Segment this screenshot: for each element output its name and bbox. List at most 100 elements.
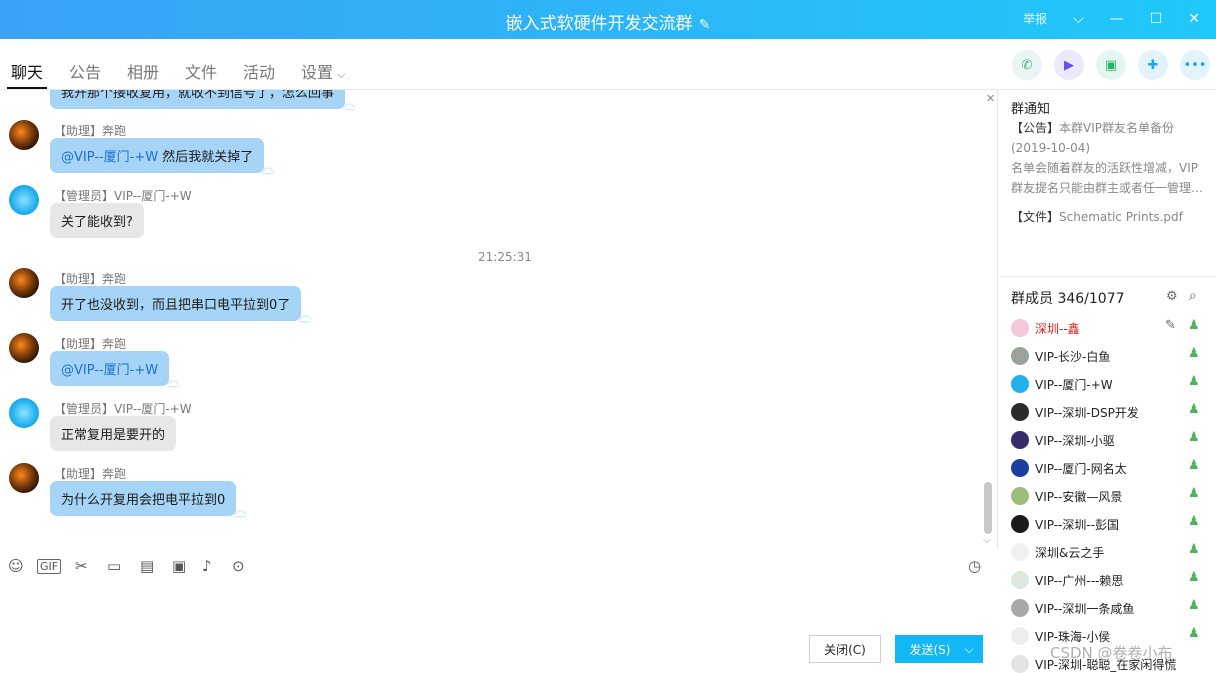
avatar <box>1011 403 1029 421</box>
member-name: VIP--深圳-小驱 <box>1035 434 1115 448</box>
report-button[interactable]: 举报 <box>1023 10 1047 27</box>
avatar <box>1011 655 1029 673</box>
divider <box>999 276 1216 277</box>
class-button[interactable]: ▣ <box>1096 50 1126 80</box>
scroll-down-icon[interactable]: ⌵ <box>983 535 991 546</box>
emoji-icon[interactable]: ☺ <box>8 557 24 575</box>
send-options-button[interactable]: ⌵ <box>955 635 983 663</box>
mention-link[interactable]: @VIP--厦门-+W <box>61 363 158 378</box>
bell-off-icon[interactable]: ♪ <box>202 557 212 575</box>
member-item[interactable]: VIP--深圳--彭国 ♟ <box>999 512 1216 540</box>
avatar <box>1011 319 1029 337</box>
message-bubble[interactable]: @VIP--厦门-+W 然后我就关掉了 ☁ <box>50 138 274 177</box>
message-text: 开了也没收到，而且把串口电平拉到0了 <box>61 298 291 313</box>
member-manage-icon[interactable]: ⚙ <box>1166 289 1178 304</box>
voice-call-button[interactable]: ✆ <box>1012 50 1042 80</box>
member-item[interactable]: VIP--安徽—风景 ♟ <box>999 484 1216 512</box>
avatar <box>1011 487 1029 505</box>
avatar[interactable] <box>9 268 39 298</box>
member-item[interactable]: VIP--深圳-小驱 ♟ <box>999 428 1216 456</box>
video-call-button[interactable]: ▶ <box>1054 50 1084 80</box>
add-message-button[interactable]: ✚ <box>1138 50 1168 80</box>
group-side-panel: 群通知 【公告】本群VIP群友名单备份(2019-10-04) 名单会随着群友的活… <box>999 90 1216 673</box>
message-bubble[interactable]: 我开那个接收复用，就收不到信号了，怎么回事 ☁ <box>50 90 355 113</box>
announcement-preview[interactable]: 【公告】本群VIP群友名单备份(2019-10-04) 名单会随着群友的活跃性增减… <box>1011 118 1203 198</box>
member-name: VIP--广州---赖思 <box>1035 574 1124 588</box>
member-name: 深圳&云之手 <box>1035 546 1105 560</box>
gif-icon[interactable]: GIF <box>37 559 62 574</box>
maximize-icon[interactable]: ☐ <box>1150 11 1163 27</box>
window-controls: 举报 ⌵ — ☐ ✕ <box>1023 10 1200 27</box>
sender-name: 【助理】奔跑 <box>54 467 127 481</box>
chevron-down-icon: ⌵ <box>964 641 974 656</box>
member-icon: ♟ <box>1188 318 1200 333</box>
close-button[interactable]: 关闭(C) <box>809 635 881 663</box>
member-name: VIP--安徽—风景 <box>1035 490 1123 504</box>
member-icon: ♟ <box>1188 542 1200 557</box>
member-item[interactable]: VIP--厦门-网名太 ♟ <box>999 456 1216 484</box>
message-bubble[interactable]: 开了也没收到，而且把串口电平拉到0了 ☁ <box>50 286 311 325</box>
file-preview[interactable]: 【文件】Schematic Prints.pdf <box>1011 207 1203 227</box>
tab-settings[interactable]: 设置 ⌵ <box>301 59 345 83</box>
image-icon[interactable]: ▣ <box>172 557 186 575</box>
member-icon: ♟ <box>1188 598 1200 613</box>
member-item[interactable]: VIP--厦门-+W ♟ <box>999 372 1216 400</box>
edit-icon[interactable]: ✎ <box>699 17 711 33</box>
tab-files[interactable]: 文件 <box>185 59 217 83</box>
close-icon[interactable]: ✕ <box>1188 11 1200 27</box>
avatar[interactable] <box>9 463 39 493</box>
more-button[interactable]: ••• <box>1180 50 1210 80</box>
member-icon: ♟ <box>1188 346 1200 361</box>
video-icon: ▶ <box>1064 57 1074 73</box>
message-text: 然后我就关掉了 <box>158 150 254 165</box>
message-bubble[interactable]: 为什么开复用会把电平拉到0 ☁ <box>50 481 246 520</box>
message-bubble[interactable]: 关了能收到? <box>50 203 144 238</box>
search-icon[interactable]: ⌕ <box>1189 288 1197 304</box>
document-icon[interactable]: ▤ <box>140 557 154 575</box>
member-icon: ♟ <box>1188 402 1200 417</box>
watermark: CSDN @卷卷小布 <box>1050 644 1173 662</box>
chevron-down-icon[interactable]: ⌵ <box>1073 11 1084 27</box>
timestamp: 21:25:31 <box>478 250 532 264</box>
member-item[interactable]: 深圳--鑫 ✎ ♟ <box>999 316 1216 344</box>
member-item[interactable]: VIP--广州---赖思 ♟ <box>999 568 1216 596</box>
tab-album[interactable]: 相册 <box>127 59 159 83</box>
member-name: 深圳--鑫 <box>1035 322 1080 336</box>
member-item[interactable]: 深圳&云之手 ♟ <box>999 540 1216 568</box>
member-icon: ♟ <box>1188 570 1200 585</box>
tab-underline <box>7 87 47 89</box>
member-name: VIP--厦门-网名太 <box>1035 462 1127 476</box>
member-item[interactable]: VIP--深圳一条咸鱼 ♟ <box>999 596 1216 624</box>
minimize-icon[interactable]: — <box>1110 11 1124 27</box>
more-icon[interactable]: ⊙ <box>232 557 245 575</box>
avatar[interactable] <box>9 333 39 363</box>
chat-area[interactable]: 我开那个接收复用，就收不到信号了，怎么回事 ☁ 【助理】奔跑 @VIP--厦门-+… <box>0 90 998 548</box>
folder-icon[interactable]: ▭ <box>107 557 121 575</box>
avatar <box>1011 459 1029 477</box>
message-bubble[interactable]: 正常复用是要开的 <box>50 416 177 451</box>
member-icon: ♟ <box>1188 486 1200 501</box>
tab-bar: 聊天 公告 相册 文件 活动 设置 ⌵ ✆ ▶ ▣ ✚ ••• <box>0 39 1216 90</box>
member-name: VIP-长沙-白鱼 <box>1035 350 1111 364</box>
chat-scrollbar[interactable] <box>984 482 992 534</box>
member-item[interactable]: VIP--深圳-DSP开发 ♟ <box>999 400 1216 428</box>
avatar[interactable] <box>9 398 39 428</box>
tab-chat[interactable]: 聊天 <box>11 59 43 83</box>
history-icon[interactable]: ◷ <box>968 557 981 575</box>
member-name: VIP--深圳一条咸鱼 <box>1035 602 1135 616</box>
tab-announcement[interactable]: 公告 <box>69 59 101 83</box>
collapse-panel-icon[interactable]: ✕ <box>986 92 995 105</box>
mention-link[interactable]: @VIP--厦门-+W <box>61 150 158 165</box>
edit-icon[interactable]: ✎ <box>1165 318 1176 333</box>
avatar <box>1011 543 1029 561</box>
member-item[interactable]: VIP-长沙-白鱼 ♟ <box>999 344 1216 372</box>
message-bubble[interactable]: @VIP--厦门-+W ☁ <box>50 351 179 390</box>
tab-activity[interactable]: 活动 <box>243 59 275 83</box>
avatar[interactable] <box>9 185 39 215</box>
member-icon: ♟ <box>1188 430 1200 445</box>
avatar[interactable] <box>9 120 39 150</box>
member-icon: ♟ <box>1188 374 1200 389</box>
scissors-icon[interactable]: ✂ <box>75 557 88 575</box>
cloud-icon: ☁ <box>166 375 180 390</box>
chat-plus-icon: ✚ <box>1147 57 1159 73</box>
